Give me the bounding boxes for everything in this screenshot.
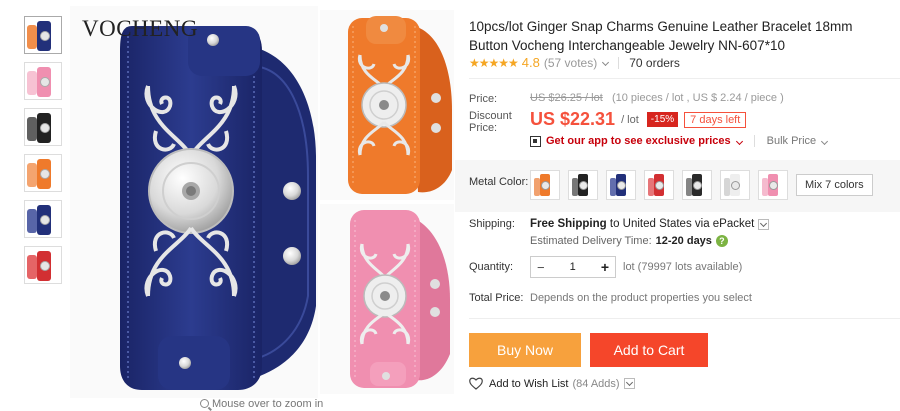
swatch-blue[interactable] bbox=[606, 170, 636, 200]
decrease-quantity-button[interactable]: − bbox=[537, 260, 545, 275]
thumbnail-bracelet-shape bbox=[37, 21, 51, 51]
chevron-down-icon[interactable] bbox=[623, 378, 635, 389]
swatch-black[interactable] bbox=[568, 170, 598, 200]
swatch-bracelet-shape bbox=[616, 174, 626, 196]
qr-code-icon bbox=[530, 135, 541, 147]
thumbnail-bracelet-shape bbox=[37, 159, 51, 189]
rating-stars-icon: ★★★★★ bbox=[469, 55, 519, 70]
chevron-down-icon[interactable] bbox=[758, 218, 770, 230]
swatch-bracelet-shape bbox=[654, 174, 664, 196]
thumbnail-bracelet-shape bbox=[27, 255, 37, 279]
heart-icon[interactable] bbox=[469, 377, 483, 390]
original-price: US $26.25 / lot (10 pieces / lot , US $ … bbox=[530, 92, 784, 104]
thumbnail-bracelet-shape bbox=[27, 163, 37, 187]
thumbnail-bracelet-shape bbox=[37, 113, 51, 143]
price-label: Price: bbox=[469, 93, 498, 105]
swatch-bracelet-shape bbox=[540, 174, 550, 196]
color-swatch-list: Mix 7 colors bbox=[530, 170, 873, 200]
thumb-blue[interactable] bbox=[24, 200, 62, 238]
discount-badge: -15% bbox=[646, 112, 679, 127]
delivery-estimate: Estimated Delivery Time: 12-20 days ? bbox=[530, 235, 728, 247]
thumbnail-bracelet-shape bbox=[27, 25, 37, 49]
pink-bracelet-illustration bbox=[320, 204, 454, 394]
swatch-bracelet-shape bbox=[578, 174, 588, 196]
wish-list-row[interactable]: Add to Wish List (84 Adds) bbox=[469, 377, 635, 390]
orange-bracelet-image[interactable] bbox=[320, 10, 454, 200]
rating-row: ★★★★★ 4.8 (57 votes) 70 orders bbox=[469, 55, 680, 70]
lots-available: lot (79997 lots available) bbox=[623, 261, 743, 273]
days-left-badge: 7 days left bbox=[684, 111, 747, 128]
add-to-cart-button[interactable]: Add to Cart bbox=[590, 333, 708, 367]
shipping-destination[interactable]: to United States via ePacket bbox=[610, 218, 754, 230]
help-icon[interactable]: ? bbox=[715, 235, 728, 247]
orange-bracelet-illustration bbox=[320, 10, 454, 200]
swatch-white[interactable] bbox=[720, 170, 750, 200]
eta-label: Estimated Delivery Time: bbox=[530, 235, 652, 247]
discount-label-line1: Discount bbox=[469, 110, 512, 122]
orders-count: 70 orders bbox=[629, 55, 680, 70]
thumb-orange[interactable] bbox=[24, 154, 62, 192]
increase-quantity-button[interactable]: + bbox=[601, 259, 609, 275]
chevron-down-icon[interactable] bbox=[735, 137, 743, 145]
votes-link[interactable]: (57 votes) bbox=[544, 56, 597, 70]
divider bbox=[618, 56, 620, 69]
divider bbox=[469, 78, 900, 79]
shipping-label: Shipping: bbox=[469, 218, 515, 230]
buy-now-button[interactable]: Buy Now bbox=[469, 333, 581, 367]
divider bbox=[753, 135, 755, 147]
total-price-value: Depends on the product properties you se… bbox=[530, 292, 752, 304]
swatch-orange[interactable] bbox=[530, 170, 560, 200]
product-title: 10pcs/lot Ginger Snap Charms Genuine Lea… bbox=[469, 19, 853, 53]
pink-bracelet-image[interactable] bbox=[320, 204, 454, 394]
mix-colors-button[interactable]: Mix 7 colors bbox=[796, 174, 873, 196]
discount-label-line2: Price: bbox=[469, 122, 498, 134]
chevron-down-icon[interactable] bbox=[821, 137, 829, 145]
discount-price: US $22.31 bbox=[530, 109, 616, 129]
per-lot: / lot bbox=[621, 113, 639, 126]
thumbnail-bracelet-shape bbox=[37, 251, 51, 281]
swatch-black-2[interactable] bbox=[682, 170, 712, 200]
eta-days: 12-20 days bbox=[655, 235, 712, 247]
swatch-bracelet-shape bbox=[692, 174, 702, 196]
swatch-red[interactable] bbox=[644, 170, 674, 200]
brand-logo: VOCHENG bbox=[82, 16, 198, 41]
swatch-bracelet-shape bbox=[768, 174, 778, 196]
thumbnail-list bbox=[24, 16, 62, 292]
app-prices-link[interactable]: Get our app to see exclusive prices bbox=[546, 135, 731, 147]
thumb-black[interactable] bbox=[24, 108, 62, 146]
app-promo-row: Get our app to see exclusive prices Bulk… bbox=[530, 135, 829, 147]
magnifier-icon bbox=[200, 399, 209, 408]
total-price-label: Total Price: bbox=[469, 292, 524, 304]
thumbnail-bracelet-shape bbox=[37, 205, 51, 235]
bulk-price-link[interactable]: Bulk Price bbox=[767, 135, 817, 147]
add-to-wish-list-link[interactable]: Add to Wish List bbox=[489, 378, 568, 390]
thumbnail-bracelet-shape bbox=[37, 67, 51, 97]
original-price-value: US $26.25 / lot bbox=[530, 92, 603, 104]
chevron-down-icon[interactable] bbox=[602, 58, 610, 67]
free-shipping: Free Shipping bbox=[530, 218, 607, 230]
divider bbox=[469, 318, 900, 319]
blue-bracelet-illustration bbox=[120, 26, 316, 390]
thumbnail-bracelet-shape bbox=[27, 117, 37, 141]
discount-price-row: US $22.31 / lot -15% 7 days left bbox=[530, 109, 747, 130]
original-price-detail: (10 pieces / lot , US $ 2.24 / piece ) bbox=[611, 92, 784, 104]
quantity-stepper[interactable]: − 1 + bbox=[530, 256, 616, 278]
zoom-hint-text: Mouse over to zoom in bbox=[212, 398, 324, 410]
thumb-pink[interactable] bbox=[24, 62, 62, 100]
zoom-hint: Mouse over to zoom in bbox=[200, 398, 323, 410]
main-product-image[interactable] bbox=[70, 6, 318, 398]
thumbnail-bracelet-shape bbox=[27, 209, 37, 233]
metal-color-label: Metal Color: bbox=[469, 176, 529, 188]
swatch-bracelet-shape bbox=[730, 174, 740, 196]
thumb-blue-orange[interactable] bbox=[24, 16, 62, 54]
swatch-pink[interactable] bbox=[758, 170, 788, 200]
thumb-red[interactable] bbox=[24, 246, 62, 284]
wish-count: (84 Adds) bbox=[572, 377, 620, 390]
rating-value: 4.8 bbox=[521, 55, 540, 70]
thumbnail-bracelet-shape bbox=[27, 71, 37, 95]
shipping-info: Free Shipping to United States via ePack… bbox=[530, 218, 770, 230]
quantity-label: Quantity: bbox=[469, 261, 514, 273]
quantity-input[interactable]: 1 bbox=[570, 261, 576, 273]
